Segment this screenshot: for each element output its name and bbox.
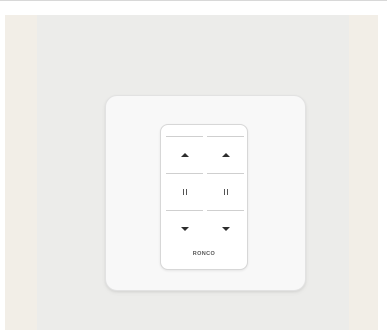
divider-line xyxy=(166,136,203,137)
divider-line xyxy=(207,173,244,174)
wall-plate: RONCO xyxy=(105,95,306,291)
pause-icon xyxy=(223,189,228,195)
brand-label: RONCO xyxy=(192,251,216,257)
divider-line xyxy=(166,210,203,211)
left-down-button[interactable] xyxy=(166,217,203,241)
keypad-module: RONCO xyxy=(160,124,248,270)
up-arrow-icon xyxy=(180,153,189,157)
divider-line xyxy=(207,136,244,137)
pause-icon xyxy=(182,189,187,195)
top-border-line xyxy=(0,0,387,1)
right-up-button[interactable] xyxy=(207,143,244,167)
left-up-button[interactable] xyxy=(166,143,203,167)
divider-line xyxy=(166,173,203,174)
right-down-button[interactable] xyxy=(207,217,244,241)
down-arrow-icon xyxy=(221,227,230,231)
right-pause-button[interactable] xyxy=(207,180,244,204)
photo-background: RONCO xyxy=(5,15,378,330)
divider-line xyxy=(207,210,244,211)
product-photo: RONCO xyxy=(0,0,387,330)
left-pause-button[interactable] xyxy=(166,180,203,204)
down-arrow-icon xyxy=(180,227,189,231)
up-arrow-icon xyxy=(221,153,230,157)
